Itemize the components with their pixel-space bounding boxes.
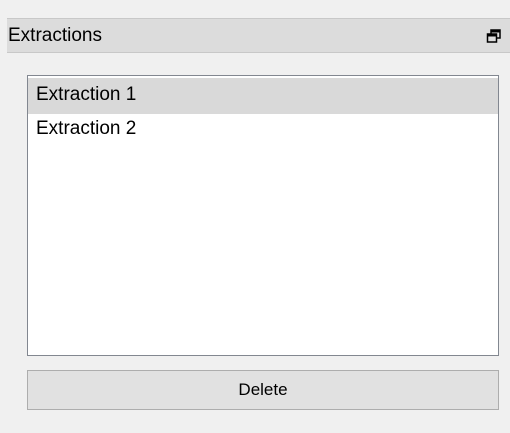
list-item-label: Extraction 1: [36, 84, 137, 105]
extractions-panel: Extractions Extraction 1 Extraction 2 De…: [0, 0, 510, 433]
list-item-extraction-1[interactable]: Extraction 1: [28, 78, 498, 114]
list-item-label: Extraction 2: [36, 118, 137, 139]
restore-window-icon[interactable]: [486, 28, 502, 44]
list-item-extraction-2[interactable]: Extraction 2: [28, 114, 498, 148]
extractions-list[interactable]: Extraction 1 Extraction 2: [27, 75, 499, 356]
panel-titlebar: Extractions: [7, 18, 510, 53]
panel-title: Extractions: [8, 25, 102, 46]
delete-button[interactable]: Delete: [27, 370, 499, 410]
